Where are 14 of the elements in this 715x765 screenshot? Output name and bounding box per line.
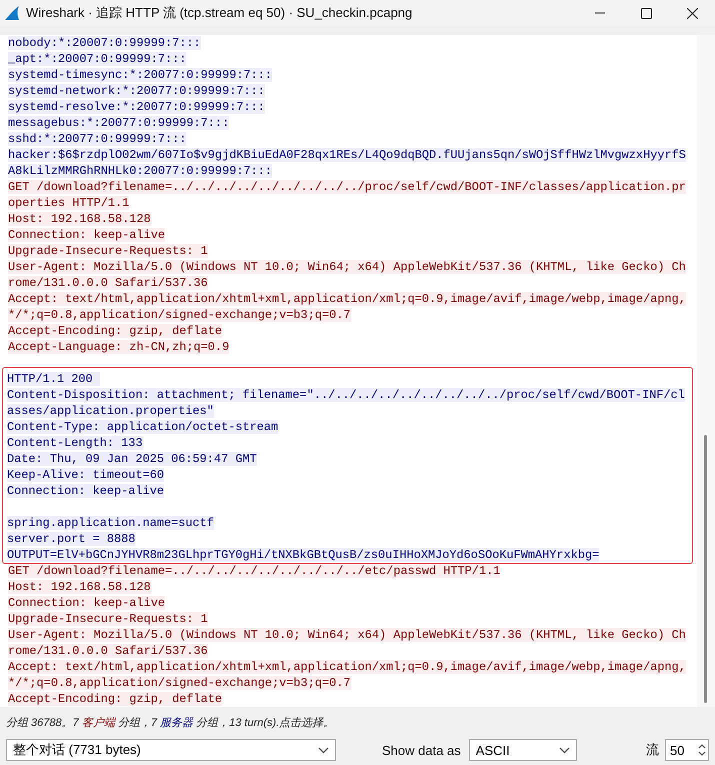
window-title: Wireshark · 追踪 HTTP 流 (tcp.stream eq 50) · SU_checkin.pcapng xyxy=(26,4,414,22)
scrollbar-thumb[interactable] xyxy=(704,435,707,703)
caret-icon xyxy=(318,746,329,754)
caret-icon xyxy=(558,746,570,754)
shark-fin-icon xyxy=(4,5,20,21)
maximize-icon xyxy=(640,8,652,18)
status-text: 分组 36788。7 客户端 分组，7 服务器 分组，13 turn(s).点击选择。 xyxy=(5,716,336,730)
scrollbar[interactable] xyxy=(697,35,715,707)
close-icon xyxy=(686,8,698,18)
conversation-select[interactable]: 整个对话 (7731 bytes) xyxy=(6,739,336,761)
show-data-label: Show data as xyxy=(382,742,461,758)
format-select[interactable]: ASCII xyxy=(468,739,577,761)
stream-label: 流 xyxy=(646,741,659,759)
stream-number-field[interactable]: 50 xyxy=(665,739,709,761)
